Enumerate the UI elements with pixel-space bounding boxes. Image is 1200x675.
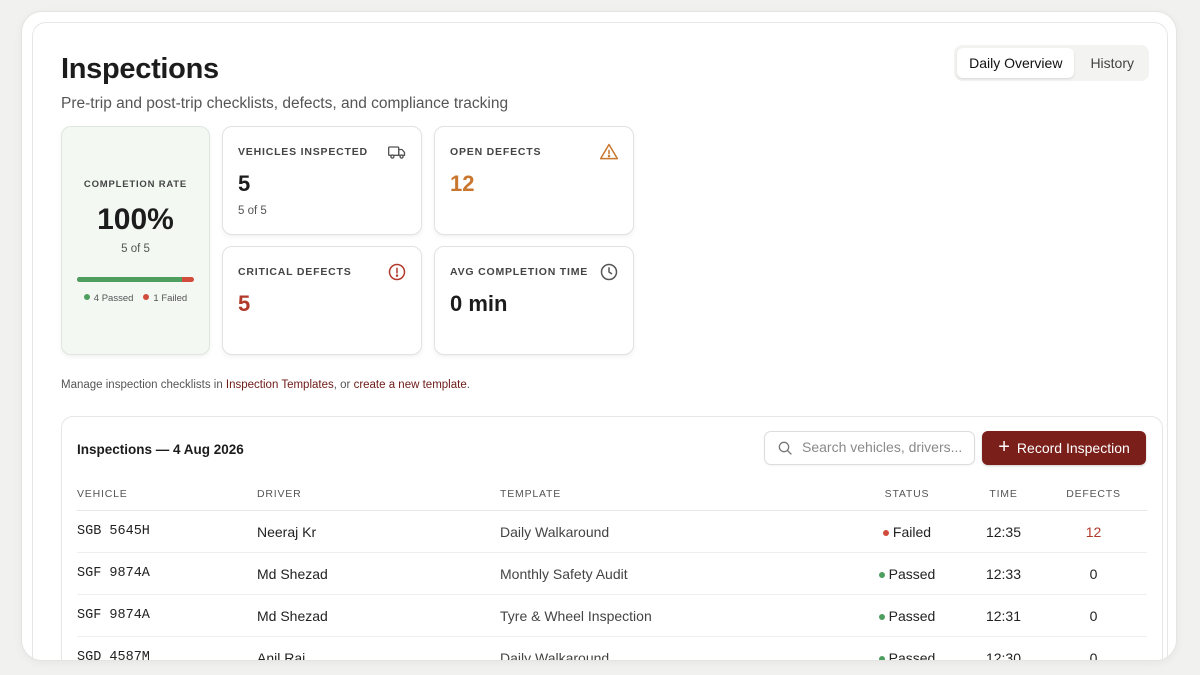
record-inspection-label: Record Inspection — [1016, 440, 1130, 456]
column-header-status[interactable]: STATUS — [847, 477, 967, 511]
row-template: Daily Walkaround — [500, 510, 847, 553]
tab-history[interactable]: History — [1078, 48, 1146, 78]
legend-passed-label: 4 Passed — [93, 293, 134, 304]
passed-status-dot-icon — [878, 613, 885, 620]
tab-daily-overview[interactable]: Daily Overview — [957, 48, 1075, 78]
column-header-driver[interactable]: DRIVER — [257, 477, 500, 511]
open-defects-value: 12 — [450, 171, 475, 196]
row-status-label: Passed — [888, 565, 936, 582]
search-input[interactable] — [802, 432, 967, 462]
column-header-defects[interactable]: DEFECTS — [1040, 477, 1147, 511]
row-status-label: Passed — [888, 607, 936, 624]
row-status: Passed — [847, 636, 967, 661]
plus-icon: + — [998, 436, 1010, 458]
row-driver: Md Shezad — [257, 552, 500, 595]
vehicles-inspected-value: 5 — [238, 171, 251, 196]
inspections-table: VEHICLE DRIVER TEMPLATE STATUS TIME DEFE… — [77, 477, 1147, 660]
row-vehicle: SGF 9874A — [77, 594, 257, 637]
passed-dot-icon — [83, 294, 90, 300]
row-defects: 0 — [1040, 552, 1147, 595]
passed-status-dot-icon — [878, 571, 885, 578]
inspections-panel: Inspections — 4 Aug 2026 + Record Inspec… — [61, 416, 1163, 660]
table-row[interactable]: SGD 4587M Anil Rai Daily Walkaround Pass… — [77, 636, 1147, 661]
critical-defects-label: CRITICAL DEFECTS — [238, 266, 352, 278]
row-status: Passed — [847, 552, 967, 595]
column-header-vehicle[interactable]: VEHICLE — [77, 477, 257, 511]
row-vehicle: SGD 4587M — [77, 636, 257, 660]
page-subtitle: Pre-trip and post-trip checklists, defec… — [61, 95, 509, 112]
page-title: Inspections — [61, 53, 219, 85]
legend-failed-label: 1 Failed — [153, 293, 188, 304]
avg-completion-time-value: 0 min — [450, 291, 508, 316]
record-inspection-button[interactable]: + Record Inspection — [982, 431, 1146, 465]
row-driver: Md Shezad — [257, 594, 500, 637]
vehicles-inspected-card: VEHICLES INSPECTED 5 5 of 5 — [222, 126, 422, 235]
templates-note-suffix: . — [466, 379, 470, 391]
open-defects-card: OPEN DEFECTS 12 — [434, 126, 634, 235]
completion-legend: 4 Passed 1 Failed — [62, 293, 209, 304]
column-header-template[interactable]: TEMPLATE — [500, 477, 847, 511]
avg-completion-time-card: AVG COMPLETION TIME 0 min — [434, 246, 634, 355]
row-driver: Anil Rai — [257, 636, 500, 660]
row-template: Tyre & Wheel Inspection — [500, 594, 847, 637]
templates-note: Manage inspection checklists in Inspecti… — [61, 379, 470, 391]
failed-status-dot-icon — [882, 529, 889, 536]
templates-note-middle: , or — [333, 379, 354, 391]
row-template: Daily Walkaround — [500, 636, 847, 660]
table-row[interactable]: SGF 9874A Md Shezad Tyre & Wheel Inspect… — [77, 594, 1147, 637]
row-driver: Neeraj Kr — [257, 510, 500, 553]
avg-completion-time-label: AVG COMPLETION TIME — [450, 266, 589, 278]
warning-triangle-icon — [599, 143, 619, 160]
row-time: 12:35 — [967, 510, 1040, 553]
row-status-label: Passed — [888, 649, 936, 661]
inspection-templates-link[interactable]: Inspection Templates — [226, 379, 334, 391]
completion-progress-bar — [77, 277, 194, 282]
column-header-time[interactable]: TIME — [967, 477, 1040, 511]
open-defects-label: OPEN DEFECTS — [450, 146, 542, 158]
table-row[interactable]: SGF 9874A Md Shezad Monthly Safety Audit… — [77, 552, 1147, 595]
row-vehicle: SGF 9874A — [77, 552, 257, 595]
row-vehicle: SGB 5645H — [77, 510, 257, 553]
row-defects: 0 — [1040, 636, 1147, 660]
row-status-label: Failed — [892, 523, 932, 540]
view-tabs: Daily Overview History — [954, 45, 1149, 81]
vehicles-inspected-label: VEHICLES INSPECTED — [238, 146, 368, 158]
completion-progress-passed — [77, 277, 183, 282]
table-header-row: VEHICLE DRIVER TEMPLATE STATUS TIME DEFE… — [77, 477, 1147, 511]
completion-rate-card: COMPLETION RATE 100% 5 of 5 4 Passed 1 F… — [61, 126, 210, 355]
vehicles-inspected-sub: 5 of 5 — [238, 205, 267, 217]
passed-status-dot-icon — [878, 655, 885, 660]
table-row[interactable]: SGB 5645H Neeraj Kr Daily Walkaround Fai… — [77, 510, 1147, 553]
completion-rate-value: 100% — [97, 203, 174, 236]
completion-rate-sub: 5 of 5 — [121, 243, 150, 255]
row-template: Monthly Safety Audit — [500, 552, 847, 595]
alert-circle-icon — [388, 263, 406, 281]
app-frame: Inspections Pre-trip and post-trip check… — [22, 12, 1176, 660]
inspections-panel-title: Inspections — 4 Aug 2026 — [77, 442, 244, 457]
legend-passed: 4 Passed — [83, 293, 134, 304]
row-defects: 0 — [1040, 594, 1147, 637]
row-time: 12:31 — [967, 594, 1040, 637]
templates-note-prefix: Manage inspection checklists in — [61, 379, 226, 391]
row-status: Failed — [847, 510, 967, 553]
search-box — [764, 431, 975, 465]
truck-icon — [388, 146, 406, 159]
search-icon — [778, 441, 792, 455]
create-template-link[interactable]: create a new template — [354, 379, 467, 391]
legend-failed: 1 Failed — [143, 293, 187, 304]
failed-dot-icon — [143, 294, 150, 300]
clock-icon — [600, 263, 618, 281]
row-time: 12:30 — [967, 636, 1040, 660]
row-time: 12:33 — [967, 552, 1040, 595]
page-container: Inspections Pre-trip and post-trip check… — [32, 22, 1168, 660]
row-defects: 12 — [1040, 510, 1147, 553]
completion-rate-label: COMPLETION RATE — [83, 179, 188, 190]
row-status: Passed — [847, 594, 967, 637]
critical-defects-value: 5 — [238, 291, 251, 316]
critical-defects-card: CRITICAL DEFECTS 5 — [222, 246, 422, 355]
